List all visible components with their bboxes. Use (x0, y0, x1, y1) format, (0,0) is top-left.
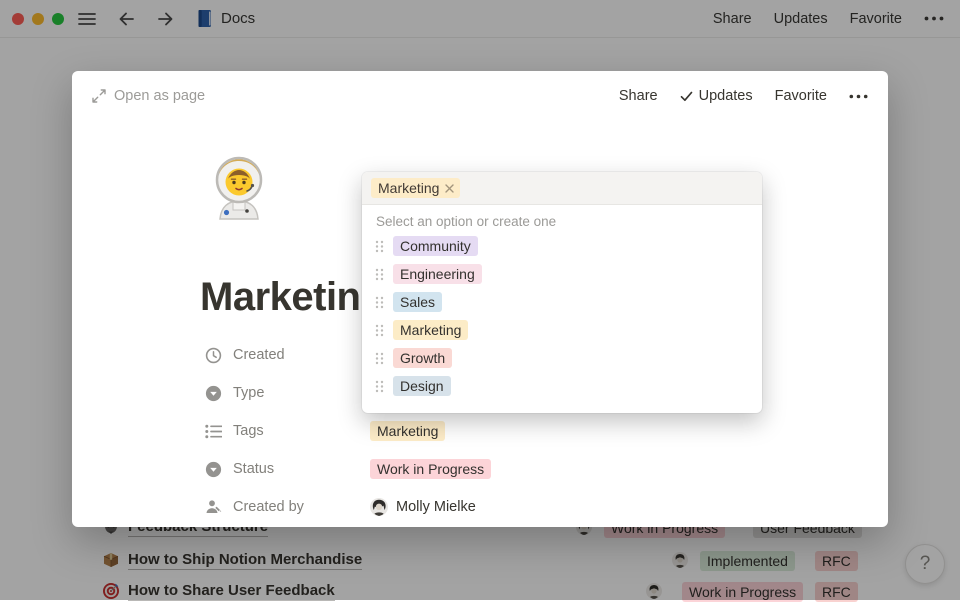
checkmark-icon (680, 91, 693, 102)
open-as-page-button[interactable]: Open as page (92, 88, 205, 104)
selected-tag-chip: Marketing (371, 178, 460, 198)
avatar (370, 498, 388, 516)
bulleted-list-icon (205, 424, 222, 439)
property-label: Tags (233, 423, 370, 439)
option-community[interactable]: Community (362, 232, 762, 260)
drag-handle-icon[interactable] (375, 268, 384, 281)
modal-share-button[interactable]: Share (619, 88, 658, 104)
circle-chevron-down-icon (205, 461, 222, 478)
modal-more-icon[interactable] (849, 94, 868, 99)
drag-handle-icon[interactable] (375, 296, 384, 309)
expand-diagonal-icon (92, 89, 106, 103)
option-chip: Community (393, 236, 478, 256)
drag-handle-icon[interactable] (375, 240, 384, 253)
drag-handle-icon[interactable] (375, 324, 384, 337)
property-value[interactable]: Work in Progress (370, 459, 491, 479)
clock-icon (205, 347, 222, 364)
person-icon (205, 499, 222, 515)
option-marketing[interactable]: Marketing (362, 316, 762, 344)
drag-handle-icon[interactable] (375, 352, 384, 365)
property-value[interactable]: Marketing (370, 421, 445, 441)
option-chip: Engineering (393, 264, 482, 284)
open-as-page-label: Open as page (114, 88, 205, 104)
tag-select-dropdown: Marketing Select an option or create one… (362, 172, 762, 413)
property-row-tags[interactable]: Tags Marketing (205, 412, 805, 450)
property-row-status[interactable]: Status Work in Progress (205, 450, 805, 488)
option-growth[interactable]: Growth (362, 344, 762, 372)
property-label: Created by (233, 499, 370, 515)
modal-favorite-button[interactable]: Favorite (775, 88, 827, 104)
tag-input-area[interactable]: Marketing (362, 172, 762, 205)
option-chip: Design (393, 376, 451, 396)
option-chip: Growth (393, 348, 452, 368)
option-sales[interactable]: Sales (362, 288, 762, 316)
tag-chip[interactable]: Marketing (370, 421, 445, 441)
remove-tag-icon[interactable] (445, 184, 454, 193)
modal-updates-button[interactable]: Updates (680, 88, 753, 104)
status-chip[interactable]: Work in Progress (370, 459, 491, 479)
woman-astronaut-emoji-icon[interactable] (206, 155, 272, 221)
property-value[interactable]: Molly Mielke (370, 498, 476, 516)
option-chip: Sales (393, 292, 442, 312)
property-label: Type (233, 385, 370, 401)
created-by-name: Molly Mielke (396, 499, 476, 515)
dropdown-options: Community Engineering Sales Marketing Gr… (362, 232, 762, 400)
property-label: Status (233, 461, 370, 477)
option-design[interactable]: Design (362, 372, 762, 400)
option-chip: Marketing (393, 320, 468, 340)
drag-handle-icon[interactable] (375, 380, 384, 393)
modal-header: Open as page Share Updates Favorite (72, 71, 888, 121)
property-label: Created (233, 347, 370, 363)
circle-chevron-down-icon (205, 385, 222, 402)
option-engineering[interactable]: Engineering (362, 260, 762, 288)
page-title[interactable]: Marketing (200, 275, 384, 320)
dropdown-hint: Select an option or create one (376, 214, 748, 229)
property-row-created-by[interactable]: Created by Molly Mielke (205, 488, 805, 526)
